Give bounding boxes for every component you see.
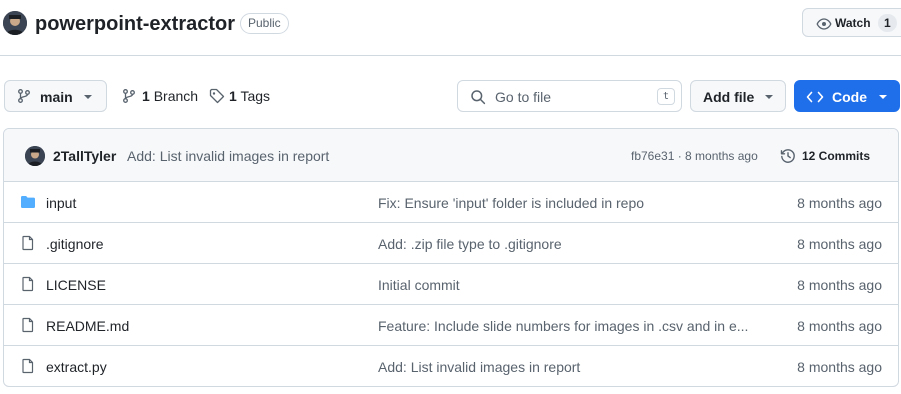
- folder-icon: [21, 196, 35, 208]
- file-icon: [22, 358, 34, 374]
- add-file-label: Add file: [703, 89, 755, 105]
- commit-sha-time[interactable]: fb76e31 · 8 months ago: [631, 147, 758, 165]
- file-age: 8 months ago: [797, 359, 882, 375]
- commits-count: 12 Commits: [802, 149, 871, 163]
- tags-link[interactable]: 1 Tags: [209, 87, 270, 105]
- branch-select-button[interactable]: main: [4, 80, 107, 112]
- file-list: input Fix: Ensure 'input' folder is incl…: [4, 182, 898, 386]
- file-row[interactable]: input Fix: Ensure 'input' folder is incl…: [4, 182, 898, 223]
- shortcut-hint: t: [657, 88, 675, 105]
- file-name[interactable]: LICENSE: [46, 276, 106, 294]
- code-button[interactable]: Code: [794, 80, 900, 112]
- owner-avatar[interactable]: [3, 11, 27, 35]
- file-row[interactable]: .gitignore Add: .zip file type to .gitig…: [4, 223, 898, 264]
- branches-link[interactable]: 1 Branch: [121, 87, 198, 105]
- watch-label: Watch: [835, 16, 871, 30]
- repo-toolbar: main 1 Branch 1 Tags Go to file t Add fi…: [0, 80, 901, 112]
- tag-icon: [209, 88, 225, 104]
- file-name[interactable]: README.md: [46, 317, 129, 335]
- code-icon: [806, 91, 824, 103]
- tags-label: Tags: [240, 88, 271, 104]
- file-row[interactable]: LICENSE Initial commit 8 months ago: [4, 264, 898, 305]
- visibility-badge: Public: [240, 13, 289, 34]
- search-placeholder: Go to file: [495, 89, 552, 105]
- branches-count: 1: [142, 88, 150, 104]
- file-browser: 2TallTyler Add: List invalid images in r…: [3, 128, 899, 387]
- code-label: Code: [832, 89, 867, 105]
- file-icon: [22, 276, 34, 292]
- commit-message[interactable]: Add: List invalid images in report: [127, 147, 329, 165]
- repo-header: powerpoint-extractor Public Watch 1: [0, 0, 901, 56]
- commit-author-avatar[interactable]: [25, 146, 45, 166]
- file-age: 8 months ago: [797, 318, 882, 334]
- watch-count: 1: [878, 14, 897, 32]
- file-age: 8 months ago: [797, 277, 882, 293]
- file-commit-message[interactable]: Initial commit: [378, 276, 762, 294]
- commit-author[interactable]: 2TallTyler: [53, 147, 116, 165]
- go-to-file-input[interactable]: Go to file t: [457, 80, 682, 112]
- caret-down-icon: [879, 95, 887, 99]
- git-branch-icon: [18, 89, 30, 103]
- file-commit-message[interactable]: Fix: Ensure 'input' folder is included i…: [378, 194, 762, 212]
- file-age: 8 months ago: [797, 195, 882, 211]
- branch-name: main: [40, 89, 73, 105]
- caret-down-icon: [84, 95, 92, 99]
- git-branch-icon: [123, 89, 135, 103]
- file-commit-message[interactable]: Add: List invalid images in report: [378, 358, 762, 376]
- repo-name[interactable]: powerpoint-extractor: [35, 11, 235, 37]
- history-icon: [780, 149, 795, 163]
- file-icon: [22, 235, 34, 251]
- latest-commit-bar: 2TallTyler Add: List invalid images in r…: [4, 129, 898, 182]
- file-commit-message[interactable]: Add: .zip file type to .gitignore: [378, 235, 762, 253]
- caret-down-icon: [765, 95, 773, 99]
- file-name[interactable]: extract.py: [46, 358, 107, 376]
- eye-icon: [816, 18, 832, 30]
- file-icon: [22, 317, 34, 333]
- file-row[interactable]: extract.py Add: List invalid images in r…: [4, 346, 898, 386]
- file-row[interactable]: README.md Feature: Include slide numbers…: [4, 305, 898, 346]
- branches-label: Branch: [153, 88, 199, 104]
- tags-count: 1: [229, 88, 237, 104]
- watch-button[interactable]: Watch 1: [802, 8, 901, 37]
- add-file-button[interactable]: Add file: [690, 80, 786, 112]
- search-icon: [471, 90, 486, 105]
- file-name[interactable]: input: [46, 194, 76, 212]
- file-name[interactable]: .gitignore: [46, 235, 104, 253]
- file-age: 8 months ago: [797, 236, 882, 252]
- file-commit-message[interactable]: Feature: Include slide numbers for image…: [378, 317, 762, 335]
